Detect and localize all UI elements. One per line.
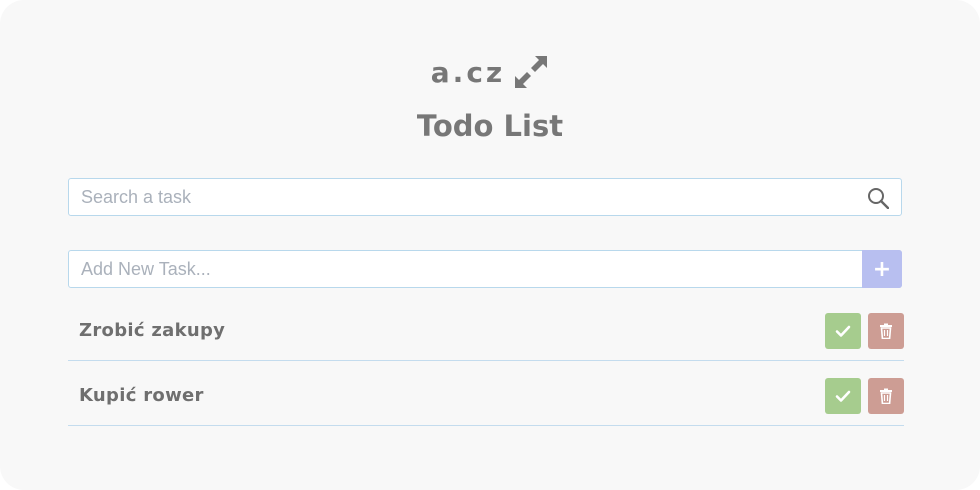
check-icon [835, 390, 851, 402]
search-box [68, 178, 902, 216]
delete-task-button[interactable] [868, 378, 904, 414]
logo-text: a.cz [430, 55, 506, 89]
complete-task-button[interactable] [825, 313, 861, 349]
trash-icon [880, 323, 892, 339]
new-task-input[interactable] [69, 251, 865, 287]
add-task-box: + [68, 250, 902, 288]
trash-icon [880, 388, 892, 404]
delete-task-button[interactable] [868, 313, 904, 349]
search-icon[interactable] [867, 187, 890, 210]
expand-arrows-icon [513, 54, 549, 90]
task-item: Zrobić zakupy [68, 299, 904, 361]
add-task-button[interactable]: + [862, 250, 902, 288]
task-item: Kupić rower [68, 364, 904, 426]
app-card: a.cz Todo List Search a task Add New Tas… [0, 0, 980, 490]
logo: a.cz [0, 54, 980, 94]
task-label: Kupić rower [79, 385, 204, 406]
complete-task-button[interactable] [825, 378, 861, 414]
search-input[interactable] [69, 179, 859, 215]
task-label: Zrobić zakupy [79, 320, 226, 341]
page-title: Todo List [416, 109, 564, 143]
check-icon [835, 325, 851, 337]
plus-icon: + [872, 256, 892, 282]
